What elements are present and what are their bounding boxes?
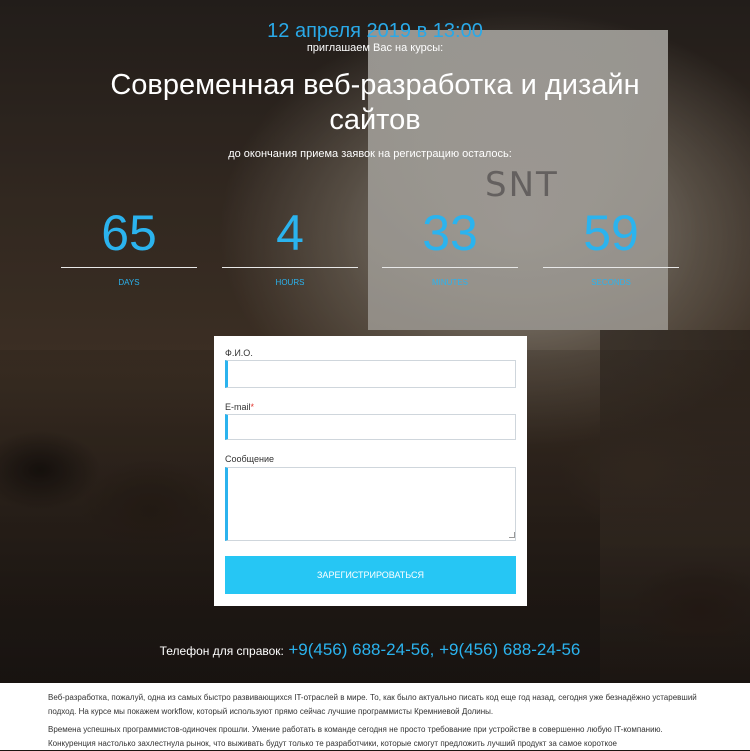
course-description: Веб-разработка, пожалуй, одна из самых б… — [0, 683, 750, 750]
countdown-seconds-label: SECONDS — [591, 278, 631, 287]
email-field-label: E-mail* — [225, 402, 254, 412]
message-field-label: Сообщение — [225, 454, 274, 464]
event-date: 12 апреля 2019 в 13:00 — [267, 20, 483, 42]
countdown-hours-label: HOURS — [275, 278, 305, 287]
countdown-days: 65 DAYS — [61, 200, 197, 287]
countdown-divider — [543, 267, 679, 268]
name-field[interactable] — [225, 360, 516, 388]
contact-phone: Телефон для справок: +9(456) 688-24-56, … — [0, 640, 740, 660]
countdown-divider — [61, 267, 197, 268]
countdown-minutes-value: 33 — [422, 205, 478, 261]
countdown-seconds: 59 SECONDS — [543, 200, 679, 287]
register-button[interactable]: ЗАРЕГИСТРИРОВАТЬСЯ — [225, 556, 516, 594]
description-paragraph: Веб-разработка, пожалуй, одна из самых б… — [48, 693, 697, 716]
hero-background: SNT 12 апреля 2019 в 13:00 приглашаем Ва… — [0, 0, 750, 683]
countdown-seconds-value: 59 — [583, 205, 639, 261]
countdown-timer: 65 DAYS 4 HOURS 33 MINUTES 59 SECONDS — [0, 200, 750, 300]
countdown-hours: 4 HOURS — [222, 200, 358, 287]
countdown-days-value: 65 — [101, 205, 157, 261]
email-field[interactable] — [225, 414, 516, 440]
countdown-hours-value: 4 — [276, 205, 304, 261]
page-title: Современная веб-разработка и дизайн сайт… — [110, 69, 640, 136]
countdown-minutes: 33 MINUTES — [382, 200, 518, 287]
name-field-label: Ф.И.О. — [225, 348, 253, 358]
countdown-days-label: DAYS — [118, 278, 140, 287]
phone-numbers[interactable]: +9(456) 688-24-56, +9(456) 688-24-56 — [288, 640, 580, 659]
required-marker: * — [250, 402, 255, 412]
countdown-divider — [382, 267, 518, 268]
registration-form: Ф.И.О. E-mail* Сообщение ЗАРЕГИСТРИРОВАТ… — [214, 336, 527, 606]
deadline-text: до окончания приема заявок на регистраци… — [228, 148, 512, 160]
invite-text: приглашаем Вас на курсы: — [306, 42, 444, 54]
message-field[interactable] — [225, 467, 516, 541]
description-paragraph: Времена успешных программистов-одиночек … — [48, 725, 663, 748]
email-label-text: E-mail — [225, 402, 251, 412]
countdown-minutes-label: MINUTES — [432, 278, 468, 287]
phone-label: Телефон для справок: — [159, 644, 284, 658]
resize-handle-icon[interactable] — [509, 532, 515, 538]
countdown-divider — [222, 267, 358, 268]
